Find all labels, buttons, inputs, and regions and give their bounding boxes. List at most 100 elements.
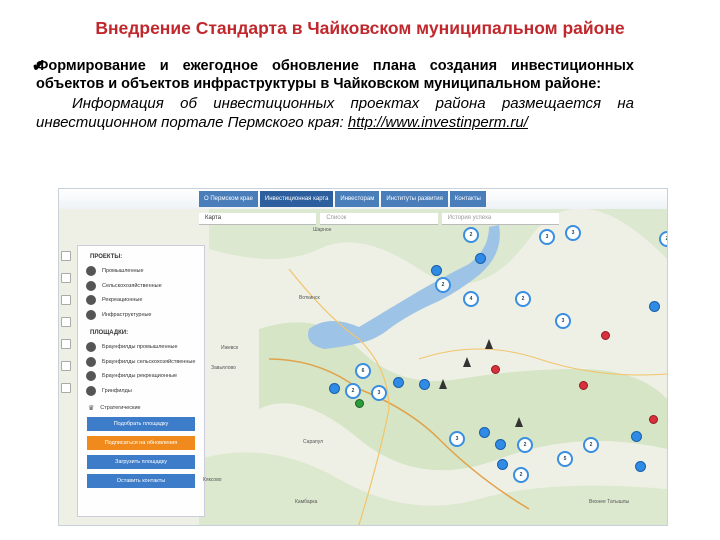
legend-strategic[interactable]: ♛ Стратегические	[88, 404, 204, 412]
legend-label: Браунфилды сельскохозяйственные	[102, 358, 196, 365]
recreation-icon	[86, 295, 96, 306]
map-area[interactable]: Карта Список История успеха ПРОЕКТЫ: Про…	[59, 208, 667, 525]
checkmark-icon: ✔	[32, 58, 46, 75]
place-label: Кяксово	[203, 477, 222, 483]
greenfield-icon	[86, 385, 96, 396]
slide-title: Внедрение Стандарта в Чайковском муницип…	[95, 18, 625, 38]
nav-tabs: О Пермском крае Инвестиционная карта Инв…	[199, 191, 486, 207]
brownfield-industrial-icon	[86, 342, 96, 353]
industrial-project-icon[interactable]	[631, 431, 642, 442]
legend-label: Инфраструктурные	[102, 311, 152, 318]
sub-tab-list[interactable]: Список	[320, 213, 438, 225]
zoom-in-icon[interactable]	[61, 251, 71, 261]
project-cluster-marker[interactable]: 3	[565, 225, 581, 241]
print-icon[interactable]	[61, 361, 71, 371]
industrial-project-icon[interactable]	[495, 439, 506, 450]
place-label: Сарапул	[303, 439, 324, 445]
legend-sites-header: ПЛОЩАДКИ:	[90, 330, 129, 336]
pick-site-button[interactable]: Подобрать площадку	[87, 417, 195, 431]
greenfield-marker-icon[interactable]	[491, 365, 500, 374]
project-cluster-marker[interactable]: 5	[557, 451, 573, 467]
industrial-project-icon[interactable]	[431, 265, 442, 276]
nav-tab-invest-map[interactable]: Инвестиционная карта	[259, 191, 334, 207]
crown-icon: ♛	[88, 405, 95, 412]
portal-screenshot: О Пермском крае Инвестиционная карта Инв…	[58, 188, 668, 526]
bullet-bold-text: Формирование и ежегодное обновление план…	[36, 58, 634, 92]
legend-item[interactable]: Гринфилды	[86, 384, 204, 399]
project-cluster-marker[interactable]: 2	[463, 227, 479, 243]
map-zoom-tools	[61, 251, 71, 405]
greenfield-marker-icon[interactable]	[579, 381, 588, 390]
project-cluster-marker[interactable]: 6	[355, 363, 371, 379]
project-cluster-marker[interactable]: 3	[539, 229, 555, 245]
industrial-project-icon[interactable]	[635, 461, 646, 472]
legend-label: Рекреационные	[102, 297, 143, 304]
industrial-project-icon[interactable]	[393, 377, 404, 388]
industrial-project-icon[interactable]	[329, 383, 340, 394]
greenfield-marker-icon[interactable]	[601, 331, 610, 340]
fullscreen-icon[interactable]	[61, 317, 71, 327]
brownfield-recreation-icon	[86, 371, 96, 382]
bullet-italic-body: Информация об инвестиционных проектах ра…	[36, 95, 634, 131]
subscribe-button[interactable]: Подписаться на обновления	[87, 436, 195, 450]
industrial-project-icon[interactable]	[497, 459, 508, 470]
industrial-project-icon[interactable]	[475, 253, 486, 264]
place-label: Воткинск	[299, 295, 320, 301]
sub-tab-success[interactable]: История успеха	[441, 213, 559, 225]
industrial-project-icon[interactable]	[479, 427, 490, 438]
nav-tab-about[interactable]: О Пермском крае	[199, 191, 258, 207]
legend-item[interactable]: Инфраструктурные	[86, 308, 204, 323]
project-cluster-marker[interactable]: 4	[463, 291, 479, 307]
bullet-italic-text: Информация об инвестиционных проектах ра…	[36, 94, 634, 132]
project-cluster-marker[interactable]: 2	[435, 277, 451, 293]
legend-item[interactable]: Браунфилды сельскохозяйственные	[86, 355, 204, 370]
project-cluster-marker[interactable]: 2	[513, 467, 529, 483]
project-cluster-marker[interactable]: 2	[659, 231, 667, 247]
legend-item[interactable]: Сельскохозяйственные	[86, 279, 204, 294]
place-label: Камбарка	[295, 499, 318, 505]
leave-contacts-button[interactable]: Оставить контакты	[87, 474, 195, 488]
sub-tab-map[interactable]: Карта	[199, 213, 317, 225]
legend-item[interactable]: Браунфилды промышленные	[86, 340, 204, 355]
industrial-icon	[86, 266, 96, 277]
project-cluster-marker[interactable]: 3	[555, 313, 571, 329]
legend-label: Стратегические	[100, 405, 141, 411]
legend-label: Гринфилды	[102, 387, 132, 394]
legend-item[interactable]: Рекреационные	[86, 293, 204, 308]
greenfield-marker-icon[interactable]	[649, 415, 658, 424]
nav-tab-contacts[interactable]: Контакты	[449, 191, 486, 207]
project-cluster-marker[interactable]: 2	[583, 437, 599, 453]
legend-label: Браунфилды промышленные	[102, 344, 178, 351]
place-label: Шарнон	[313, 227, 332, 233]
legend-panel: ПРОЕКТЫ: Промышленные Сельскохозяйственн…	[77, 245, 205, 517]
industrial-project-icon[interactable]	[649, 301, 660, 312]
ruler-icon[interactable]	[61, 339, 71, 349]
upload-site-button[interactable]: Загрузить площадку	[87, 455, 195, 469]
locate-icon[interactable]	[61, 383, 71, 393]
agriculture-marker-icon[interactable]	[355, 399, 364, 408]
industrial-project-icon[interactable]	[419, 379, 430, 390]
text-block: ✔ Формирование и ежегодное обновление пл…	[32, 57, 634, 132]
project-cluster-marker[interactable]: 2	[345, 383, 361, 399]
agriculture-icon	[86, 280, 96, 291]
portal-link[interactable]: http://www.investinperm.ru/	[348, 114, 528, 131]
portal-nav-bar: О Пермском крае Инвестиционная карта Инв…	[59, 189, 667, 210]
place-label: Завьялово	[211, 365, 236, 371]
legend-label: Промышленные	[102, 268, 144, 275]
infrastructure-icon	[86, 309, 96, 320]
place-label: Вехнее Татышлы	[589, 499, 630, 505]
project-cluster-marker[interactable]: 3	[371, 385, 387, 401]
nav-tab-investors[interactable]: Инвесторам	[335, 191, 380, 207]
project-cluster-marker[interactable]: 2	[515, 291, 531, 307]
map-sub-tabs: Карта Список История успеха	[199, 213, 559, 225]
place-label: Ижевск	[221, 345, 239, 351]
project-cluster-marker[interactable]: 3	[449, 431, 465, 447]
project-cluster-marker[interactable]: 2	[517, 437, 533, 453]
layers-icon[interactable]	[61, 295, 71, 305]
legend-label: Сельскохозяйственные	[102, 282, 162, 289]
nav-tab-institutes[interactable]: Институты развития	[381, 191, 448, 207]
zoom-out-icon[interactable]	[61, 273, 71, 283]
legend-projects-header: ПРОЕКТЫ:	[90, 254, 123, 260]
legend-item[interactable]: Промышленные	[86, 264, 204, 279]
legend-item[interactable]: Браунфилды рекреационные	[86, 369, 204, 384]
